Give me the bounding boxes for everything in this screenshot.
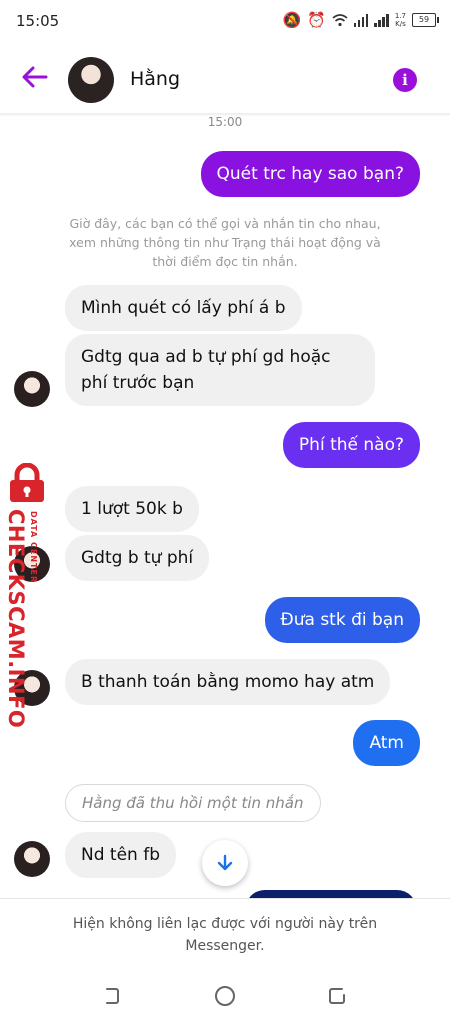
incoming-message[interactable]: B thanh toán bằng momo hay atm: [65, 659, 391, 705]
scroll-down-arrow-icon[interactable]: [202, 840, 248, 886]
home-nav-icon[interactable]: [214, 985, 236, 1007]
contact-avatar-small[interactable]: [14, 841, 50, 877]
outgoing-message[interactable]: Phí thế nào?: [282, 422, 420, 468]
info-icon[interactable]: i: [393, 68, 417, 92]
alarm-icon: ⏰: [307, 11, 326, 29]
system-notice: Giờ đây, các bạn có thể gọi và nhắn tin …: [69, 216, 381, 269]
lock-icon: [10, 463, 44, 502]
signal-icon-2: [374, 13, 389, 27]
signal-icon: [353, 13, 369, 27]
unavailable-notice: Hiện không liên lạc được với người này t…: [72, 916, 378, 954]
contact-name[interactable]: Hằng: [130, 68, 180, 90]
outgoing-message[interactable]: Quét trc hay sao bạn?: [200, 151, 420, 197]
incoming-message[interactable]: Nd tên fb: [65, 832, 176, 878]
status-bar: 15:05 🔕 ⏰ 1.7 K/s 59: [0, 0, 450, 44]
recents-nav-icon[interactable]: [326, 985, 348, 1007]
back-nav-icon[interactable]: [101, 985, 123, 1007]
net-speed: 1.7 K/s: [394, 12, 406, 28]
incoming-message[interactable]: Mình quét có lấy phí á b: [65, 285, 302, 331]
incoming-message[interactable]: 1 lượt 50k b: [65, 486, 199, 532]
battery-icon: 59: [412, 13, 439, 27]
status-icons: 🔕 ⏰ 1.7 K/s 59: [282, 11, 439, 29]
incoming-message[interactable]: Gdtg b tự phí: [65, 535, 210, 581]
watermark-subtext: DATA CENTER: [29, 511, 38, 584]
incoming-message[interactable]: Gdtg qua ad b tự phí gd hoặc phí trước b…: [65, 334, 375, 406]
message-timestamp: 15:00: [207, 115, 243, 129]
outgoing-message[interactable]: Đưa stk đi bạn: [264, 597, 420, 643]
status-time: 15:05: [16, 12, 60, 30]
wifi-icon: [332, 13, 348, 26]
unsent-message-notice: Hằng đã thu hồi một tin nhắn: [65, 784, 321, 822]
footer: Hiện không liên lạc được với người này t…: [0, 898, 450, 1025]
bell-off-icon: 🔕: [282, 11, 302, 29]
chat-header: Hằng i: [0, 44, 450, 114]
watermark-text: CHECKSCAM.INFO: [4, 509, 28, 729]
contact-avatar[interactable]: [68, 57, 114, 103]
back-arrow-icon[interactable]: [20, 62, 50, 92]
system-nav-bar: [0, 979, 450, 1019]
contact-avatar-small[interactable]: [14, 371, 50, 407]
outgoing-message[interactable]: Atm: [353, 720, 420, 766]
watermark: CHECKSCAM.INFO DATA CENTER: [2, 463, 50, 728]
